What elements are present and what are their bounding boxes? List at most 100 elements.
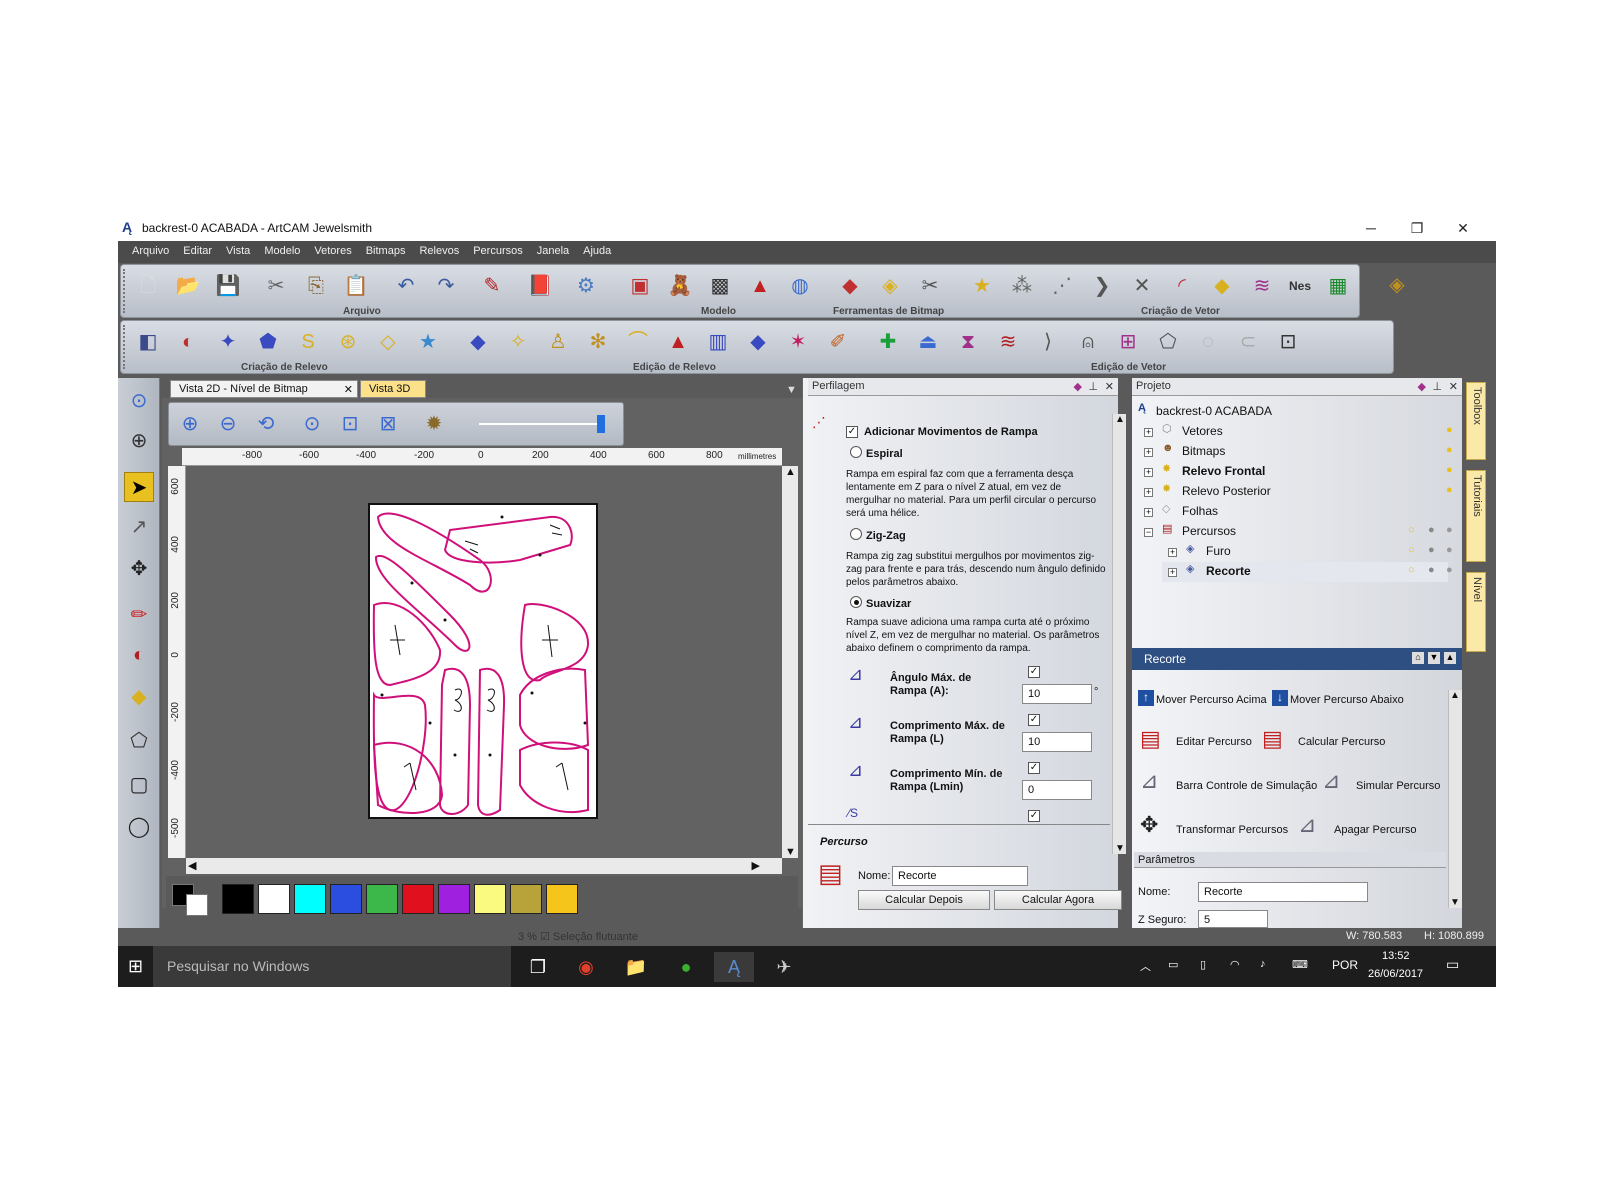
- vector-misc-icon[interactable]: ◈: [1382, 270, 1412, 300]
- visibility-bulb-icon[interactable]: ○: [1408, 524, 1415, 536]
- pin-icon[interactable]: ⊥: [1088, 380, 1098, 393]
- tree-item-recorte[interactable]: Recorte: [1206, 564, 1251, 578]
- angulo-input[interactable]: 10: [1022, 684, 1092, 704]
- relief-spin-icon[interactable]: S: [293, 327, 323, 357]
- visibility-bulb-icon[interactable]: ●: [1446, 524, 1453, 536]
- app-green-icon[interactable]: ●: [666, 952, 706, 982]
- relief-edit-pin-icon[interactable]: ✧: [503, 327, 533, 357]
- angulo-checkbox[interactable]: ✓: [1028, 666, 1040, 678]
- comp-max-input[interactable]: 10: [1022, 732, 1092, 752]
- menu-bitmaps[interactable]: Bitmaps: [359, 241, 413, 261]
- simulate-icon[interactable]: ⊿: [1322, 768, 1340, 794]
- relief-edit-sculpt-icon[interactable]: ♙: [543, 327, 573, 357]
- tab-dropdown-icon[interactable]: ▼: [786, 384, 797, 396]
- zigzag-radio[interactable]: [850, 528, 862, 540]
- vector-add-icon[interactable]: ✚: [873, 327, 903, 357]
- pencil-icon[interactable]: ✏: [124, 600, 154, 630]
- vector-wave-icon[interactable]: ≋: [993, 327, 1023, 357]
- redo-icon[interactable]: ↷: [431, 271, 461, 301]
- node-edit-icon[interactable]: ↗: [124, 512, 154, 542]
- tutoriais-tab[interactable]: Tutoriais: [1466, 470, 1486, 562]
- calcular-percurso-button[interactable]: Calcular Percurso: [1298, 736, 1385, 748]
- vector-crop-icon[interactable]: ⊞: [1113, 327, 1143, 357]
- menu-modelo[interactable]: Modelo: [257, 241, 307, 261]
- menu-vista[interactable]: Vista: [219, 241, 257, 261]
- tray-chevron-icon[interactable]: ︿: [1140, 958, 1151, 974]
- calcular-agora-button[interactable]: Calcular Agora: [994, 890, 1122, 910]
- zoom-out-icon[interactable]: ⊖: [213, 409, 243, 439]
- relief-extrude-icon[interactable]: ⬟: [253, 327, 283, 357]
- zoom-in-icon[interactable]: ⊕: [175, 409, 205, 439]
- visibility-bulb-icon[interactable]: ●: [1428, 524, 1435, 536]
- tab-vista-2d[interactable]: Vista 2D - Nível de Bitmap ✕: [170, 380, 358, 398]
- tray-wifi-icon[interactable]: ◠: [1230, 958, 1240, 971]
- vertical-scrollbar[interactable]: ▲ ▼: [782, 466, 798, 858]
- visibility-bulb-icon[interactable]: ○: [1408, 544, 1415, 556]
- tree-item-percursos[interactable]: Percursos: [1182, 524, 1236, 538]
- book-icon[interactable]: 📕: [525, 271, 555, 301]
- edit-toolpath-icon[interactable]: ▤: [1140, 726, 1161, 752]
- zoom-1to1-icon[interactable]: ⊙: [297, 409, 327, 439]
- shape-fill-icon[interactable]: ◆: [1207, 271, 1237, 301]
- expand-icon[interactable]: +: [1168, 548, 1177, 557]
- menu-relevos[interactable]: Relevos: [412, 241, 466, 261]
- relief-edit-plane-icon[interactable]: ◆: [463, 327, 493, 357]
- menu-ajuda[interactable]: Ajuda: [576, 241, 618, 261]
- fill-icon[interactable]: ◆: [124, 682, 154, 712]
- calcular-depois-button[interactable]: Calcular Depois: [858, 890, 990, 910]
- model-globe-icon[interactable]: ◍: [785, 271, 815, 301]
- star-vector-icon[interactable]: ★: [967, 271, 997, 301]
- relief-edit-smooth-icon[interactable]: ✻: [583, 327, 613, 357]
- palette-swatch[interactable]: [258, 884, 290, 914]
- mover-abaixo-button[interactable]: Mover Percurso Abaixo: [1290, 694, 1404, 706]
- zseguro-input[interactable]: 5: [1198, 910, 1268, 928]
- expand-icon[interactable]: +: [1144, 508, 1153, 517]
- palette-swatch[interactable]: [474, 884, 506, 914]
- app-misc-icon[interactable]: ✈: [764, 952, 804, 982]
- model-grayscale-icon[interactable]: ▩: [705, 271, 735, 301]
- recorte-home-icon[interactable]: ⌂: [1412, 652, 1424, 664]
- zoom-previous-icon[interactable]: ⟲: [251, 409, 281, 439]
- tray-keyboard-icon[interactable]: ⌨: [1292, 958, 1308, 971]
- expand-icon[interactable]: +: [1144, 428, 1153, 437]
- delete-toolpath-icon[interactable]: ⊿: [1298, 812, 1316, 838]
- relief-shape-icon[interactable]: ◐: [173, 327, 203, 357]
- vector-shapes[interactable]: [370, 505, 596, 817]
- menu-percursos[interactable]: Percursos: [466, 241, 530, 261]
- windows-start-icon[interactable]: ⊞: [128, 956, 143, 977]
- scroll-right-icon[interactable]: ▶: [752, 859, 760, 872]
- vector-mirror-icon[interactable]: ⧗: [953, 327, 983, 357]
- visibility-bulb-icon[interactable]: ●: [1446, 484, 1453, 496]
- transformar-percursos-button[interactable]: Transformar Percursos: [1176, 824, 1288, 836]
- opacity-slider-track[interactable]: [479, 423, 603, 425]
- scroll-up-icon[interactable]: ▲: [785, 466, 796, 478]
- ramp-checkbox[interactable]: ✓: [846, 426, 858, 438]
- vector-shape[interactable]: [438, 667, 472, 815]
- visibility-bulb-icon[interactable]: ●: [1446, 444, 1453, 456]
- tray-usb-icon[interactable]: ▯: [1200, 958, 1206, 971]
- vector-bell-icon[interactable]: ⍝: [1073, 327, 1103, 357]
- nivel-tab[interactable]: Nível: [1466, 572, 1486, 652]
- tree-item-relevo-posterior[interactable]: Relevo Posterior: [1182, 484, 1271, 498]
- rec-scroll-up-icon[interactable]: ▲: [1450, 690, 1460, 701]
- chrome-icon[interactable]: ◉: [566, 952, 606, 982]
- save-icon[interactable]: 💾: [213, 271, 243, 301]
- undo-icon[interactable]: ↶: [391, 271, 421, 301]
- move-icon[interactable]: ✥: [124, 554, 154, 584]
- secondary-color-swatch[interactable]: [186, 894, 208, 916]
- tree-item-vetores[interactable]: Vetores: [1182, 424, 1223, 438]
- palette-swatch[interactable]: [546, 884, 578, 914]
- polygon-tool-icon[interactable]: ⬠: [124, 726, 154, 756]
- panel-close-icon[interactable]: ✕: [1105, 380, 1114, 393]
- visibility-bulb-icon[interactable]: ●: [1446, 424, 1453, 436]
- visibility-bulb-icon[interactable]: ●: [1446, 464, 1453, 476]
- rec-nome-input[interactable]: Recorte: [1198, 882, 1368, 902]
- calc-toolpath-icon[interactable]: ▤: [1262, 726, 1283, 752]
- vector-shape[interactable]: [376, 512, 492, 593]
- trim-vector-icon[interactable]: ✕: [1127, 271, 1157, 301]
- vector-bracket-icon[interactable]: ⟩: [1033, 327, 1063, 357]
- relief-edit-pen-icon[interactable]: ✐: [823, 327, 853, 357]
- toolbar-grip[interactable]: [123, 269, 127, 313]
- perf-scroll-down-icon[interactable]: ▼: [1115, 843, 1125, 854]
- bitmap-to-vector-icon[interactable]: ◆: [835, 271, 865, 301]
